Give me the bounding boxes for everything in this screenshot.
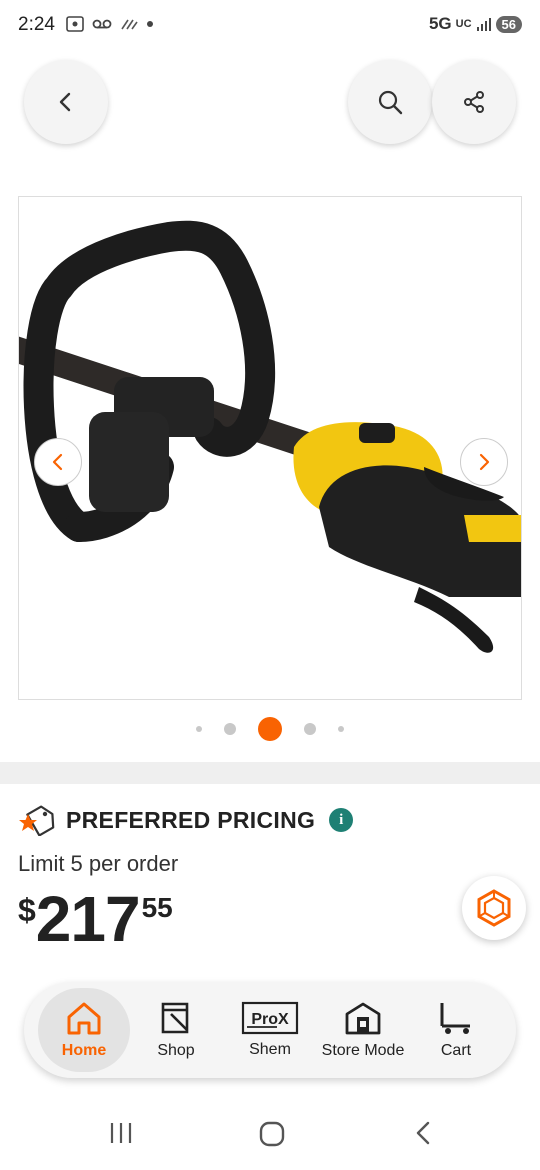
hexagon-logo-icon: [477, 889, 511, 927]
nav-home-label: Home: [61, 1042, 107, 1059]
share-button[interactable]: [432, 60, 516, 144]
back-arrow-icon: [416, 1121, 430, 1145]
price-tag-star-icon: [19, 805, 55, 836]
nav-shop[interactable]: Shop: [136, 988, 216, 1072]
pagination-dot[interactable]: [196, 726, 202, 732]
status-time: 2:24: [18, 14, 55, 35]
nav-prox-label: Shem: [249, 1041, 291, 1058]
recent-apps-icon: [110, 1123, 132, 1143]
pagination-dot[interactable]: [224, 723, 236, 735]
signal-icon: [476, 18, 491, 31]
home-system-button[interactable]: [258, 1120, 286, 1148]
pagination-dot[interactable]: [338, 726, 344, 732]
chevron-left-icon: [52, 453, 63, 471]
product-gallery: [0, 178, 540, 762]
status-right: 5G UC 56: [429, 14, 522, 34]
product-image[interactable]: [18, 196, 522, 700]
voicemail-icon: [92, 19, 112, 29]
signal-off-icon: [121, 19, 138, 30]
purchase-limit-text: Limit 5 per order: [18, 851, 179, 876]
chevron-left-icon: [59, 92, 71, 112]
status-notification-icons: [66, 16, 154, 32]
nav-prox[interactable]: ProX Shem: [230, 988, 310, 1072]
pagination-dot[interactable]: [304, 723, 316, 735]
nav-cart[interactable]: Cart: [420, 988, 492, 1072]
prox-icon-text: ProX: [251, 1011, 289, 1028]
cart-icon: [440, 1003, 470, 1034]
status-bar: 2:24 5G UC 56: [0, 0, 540, 50]
nav-store-mode[interactable]: Store Mode: [314, 988, 412, 1072]
product-price: $ 217 55: [18, 884, 173, 954]
screenshot-icon: [66, 16, 84, 32]
battery-indicator: 56: [495, 15, 522, 33]
nav-store-mode-label: Store Mode: [321, 1042, 405, 1059]
back-system-button[interactable]: [412, 1120, 436, 1146]
shop-icon: [161, 1002, 189, 1034]
image-pagination-dots: [0, 716, 540, 742]
nav-cart-label: Cart: [440, 1042, 472, 1059]
back-button[interactable]: [24, 60, 108, 144]
chevron-right-icon: [479, 453, 490, 471]
dot-icon: [147, 21, 153, 27]
pricing-section: PREFERRED PRICING i Limit 5 per order $ …: [0, 784, 540, 984]
preferred-pricing-row: PREFERRED PRICING i: [18, 804, 354, 836]
store-icon: [345, 1002, 381, 1035]
price-dollars: 217: [35, 883, 141, 955]
share-icon: [464, 91, 484, 113]
system-navigation-bar: [0, 1100, 540, 1170]
next-image-button[interactable]: [460, 438, 508, 486]
info-icon[interactable]: i: [329, 808, 354, 832]
search-button[interactable]: [348, 60, 432, 144]
nav-shop-label: Shop: [157, 1042, 195, 1059]
prox-icon: ProX: [241, 1001, 299, 1035]
home-circle-icon: [259, 1121, 285, 1147]
nav-home[interactable]: Home: [38, 988, 130, 1072]
pagination-dot-active[interactable]: [258, 717, 282, 741]
price-cents: 55: [141, 892, 173, 923]
home-icon: [67, 1002, 101, 1035]
network-sub-label: UC: [455, 18, 472, 30]
section-divider: [0, 762, 540, 784]
price-currency-sign: $: [18, 892, 36, 928]
previous-image-button[interactable]: [34, 438, 82, 486]
recent-apps-button[interactable]: [108, 1120, 134, 1146]
string-trimmer-product-photo: [19, 220, 521, 653]
search-icon: [378, 90, 403, 115]
bottom-navigation: Home Shop ProX Shem Store Mode Cart: [24, 982, 516, 1078]
preferred-pricing-label: PREFERRED PRICING: [66, 806, 316, 833]
network-label: 5G: [428, 14, 452, 33]
assistant-fab-button[interactable]: [462, 876, 526, 940]
